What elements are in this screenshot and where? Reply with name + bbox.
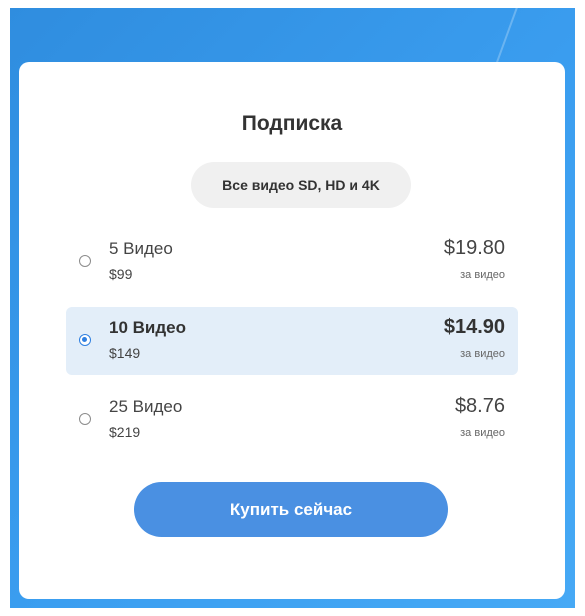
radio-button[interactable]	[79, 413, 91, 425]
plan-name: 5 Видео	[109, 239, 173, 258]
per-video-price: $14.90	[443, 316, 505, 338]
plan-total-price: $99	[109, 266, 133, 282]
page-background: Подписка Все видео SD, HD и 4K 5 Видео $…	[10, 8, 575, 608]
plan-option-10[interactable]: 10 Видео $149 $14.90 за видео	[66, 307, 518, 375]
radio-button[interactable]	[79, 255, 91, 267]
radio-button-selected[interactable]	[79, 334, 91, 346]
buy-now-button[interactable]: Купить сейчас	[134, 482, 448, 537]
subscription-card: Подписка Все видео SD, HD и 4K 5 Видео $…	[19, 62, 565, 599]
plan-name: 25 Видео	[109, 397, 183, 416]
per-video-label: за видео	[460, 269, 505, 281]
per-video-price: $8.76	[454, 395, 505, 417]
plan-total-price: $219	[109, 424, 141, 440]
per-video-price: $19.80	[443, 237, 505, 259]
per-video-label: за видео	[460, 427, 505, 439]
per-video-label: за видео	[460, 348, 505, 360]
plan-option-25[interactable]: 25 Видео $219 $8.76 за видео	[66, 386, 518, 454]
plan-option-5[interactable]: 5 Видео $99 $19.80 за видео	[66, 228, 518, 296]
quality-badge: Все видео SD, HD и 4K	[191, 162, 411, 208]
plan-name: 10 Видео	[109, 318, 186, 337]
page-title: Подписка	[241, 112, 343, 135]
plan-total-price: $149	[109, 345, 141, 361]
